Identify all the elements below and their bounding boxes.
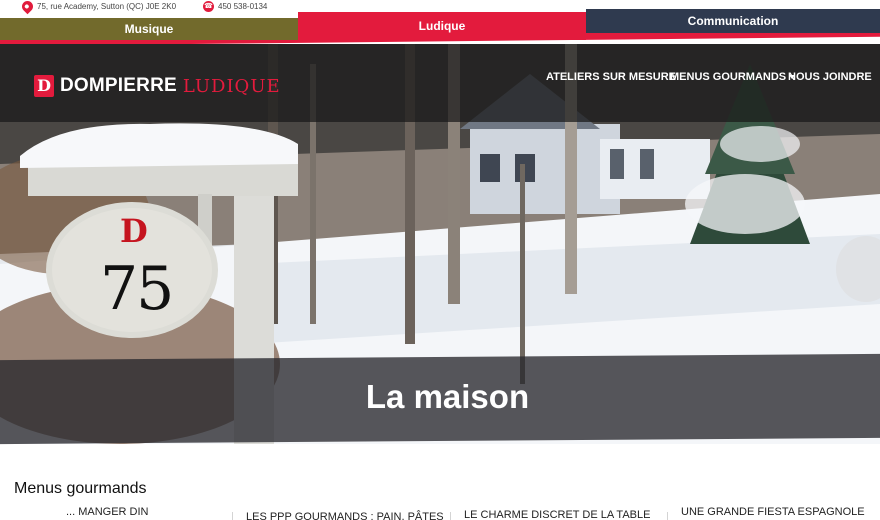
nav-menus-label: MENUS GOURMANDS bbox=[670, 71, 787, 83]
tab-communication[interactable]: Communication bbox=[586, 9, 880, 33]
address-item: 75, rue Academy, Sutton (QC) J0E 2K0 bbox=[19, 0, 177, 14]
section-title: Menus gourmands bbox=[14, 480, 147, 497]
card-divider bbox=[667, 512, 668, 520]
house-sign-letter: D bbox=[120, 212, 148, 250]
card-title-4[interactable]: UNE GRANDE FIESTA ESPAGNOLE bbox=[681, 506, 865, 518]
logo-mark-icon: D bbox=[34, 75, 54, 97]
card-title-1[interactable]: ... MANGER DIN bbox=[66, 506, 149, 518]
card-divider bbox=[232, 512, 233, 520]
card-title-2[interactable]: LES PPP GOURMANDS : PAIN, PÂTES bbox=[246, 511, 444, 520]
phone-item[interactable]: ☎ 450 538-0134 bbox=[203, 0, 267, 12]
phone-text[interactable]: 450 538-0134 bbox=[218, 2, 267, 11]
page-title: La maison bbox=[365, 378, 530, 415]
phone-icon: ☎ bbox=[203, 0, 214, 12]
logo-primary-text: DOMPIERRE bbox=[60, 75, 177, 96]
nav-nous-joindre[interactable]: NOUS JOINDRE bbox=[788, 71, 872, 83]
site-logo[interactable]: D DOMPIERRE LUDIQUE bbox=[34, 75, 281, 97]
nav-menus-gourmands[interactable]: MENUS GOURMANDS bbox=[670, 71, 796, 83]
card-title-3[interactable]: LE CHARME DISCRET DE LA TABLE bbox=[464, 509, 650, 520]
tab-ludique[interactable]: Ludique bbox=[298, 12, 586, 40]
address-text: 75, rue Academy, Sutton (QC) J0E 2K0 bbox=[37, 1, 177, 11]
house-sign-number: 75 bbox=[100, 254, 174, 324]
logo-secondary-text: LUDIQUE bbox=[182, 75, 281, 97]
card-divider bbox=[450, 512, 451, 520]
tab-musique[interactable]: Musique bbox=[0, 18, 298, 40]
nav-ateliers[interactable]: ATELIERS SUR MESURE bbox=[546, 71, 676, 83]
map-pin-icon bbox=[19, 0, 36, 14]
